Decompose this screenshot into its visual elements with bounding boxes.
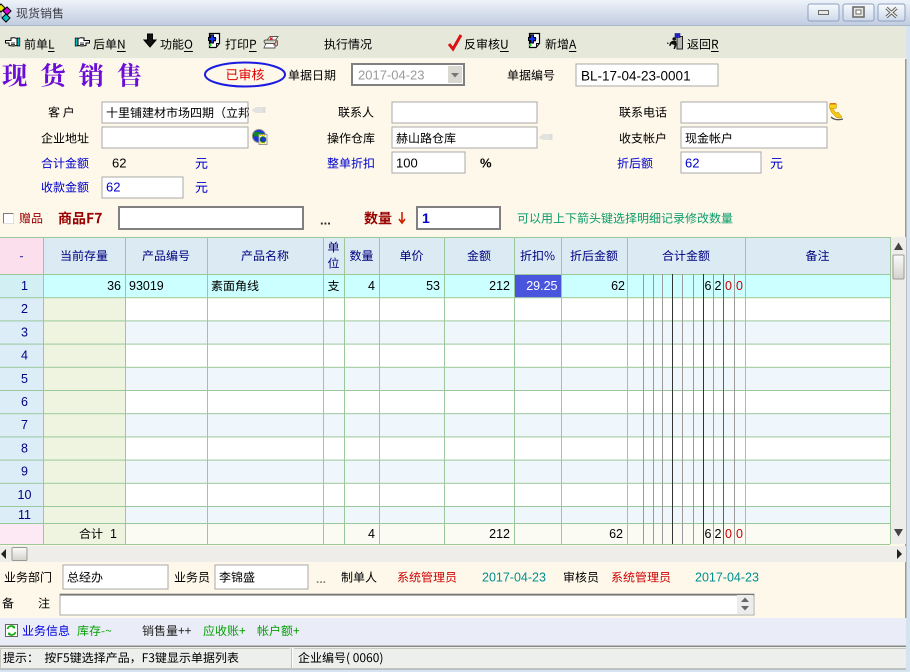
svg-text:93019: 93019 bbox=[129, 279, 164, 293]
svg-text:1: 1 bbox=[21, 279, 28, 293]
svg-text:212: 212 bbox=[489, 279, 510, 293]
svg-text:2017-04-23: 2017-04-23 bbox=[482, 570, 546, 584]
svg-text:...: ... bbox=[316, 572, 326, 586]
svg-text:62: 62 bbox=[609, 527, 623, 541]
svg-text:9: 9 bbox=[21, 465, 28, 479]
svg-text:2: 2 bbox=[21, 302, 28, 316]
svg-text:4: 4 bbox=[21, 349, 28, 363]
svg-text:5: 5 bbox=[21, 372, 28, 386]
svg-text:11: 11 bbox=[18, 508, 31, 522]
svg-text:%: % bbox=[480, 156, 492, 171]
svg-text:BL-17-04-23-0001: BL-17-04-23-0001 bbox=[581, 68, 691, 83]
svg-text:36: 36 bbox=[107, 279, 121, 293]
svg-text:4: 4 bbox=[368, 527, 375, 541]
svg-text:4: 4 bbox=[368, 279, 375, 293]
svg-text:6: 6 bbox=[705, 279, 712, 293]
svg-text:0: 0 bbox=[736, 279, 743, 293]
svg-text:62: 62 bbox=[611, 279, 625, 293]
svg-text:8: 8 bbox=[21, 441, 28, 455]
svg-text:0: 0 bbox=[736, 527, 743, 541]
svg-text:6: 6 bbox=[705, 527, 712, 541]
svg-text:1: 1 bbox=[422, 210, 430, 226]
svg-text:0: 0 bbox=[725, 279, 732, 293]
svg-text:10: 10 bbox=[18, 488, 32, 502]
svg-text:212: 212 bbox=[489, 527, 510, 541]
svg-text:29.25: 29.25 bbox=[526, 279, 557, 293]
svg-text:1: 1 bbox=[110, 527, 117, 541]
svg-text:2017-04-23: 2017-04-23 bbox=[695, 570, 759, 584]
svg-text:2: 2 bbox=[715, 279, 722, 293]
svg-text:62: 62 bbox=[112, 156, 126, 171]
svg-text:62: 62 bbox=[685, 156, 699, 171]
svg-text:0: 0 bbox=[725, 527, 732, 541]
svg-text:6: 6 bbox=[21, 395, 28, 409]
svg-text:3: 3 bbox=[21, 325, 28, 339]
svg-text:2: 2 bbox=[715, 527, 722, 541]
svg-text:62: 62 bbox=[106, 180, 120, 195]
svg-text:2017-04-23: 2017-04-23 bbox=[358, 68, 425, 83]
svg-text:53: 53 bbox=[426, 279, 440, 293]
svg-text:...: ... bbox=[320, 213, 331, 228]
svg-text:100: 100 bbox=[396, 156, 418, 171]
svg-text:7: 7 bbox=[21, 418, 28, 432]
